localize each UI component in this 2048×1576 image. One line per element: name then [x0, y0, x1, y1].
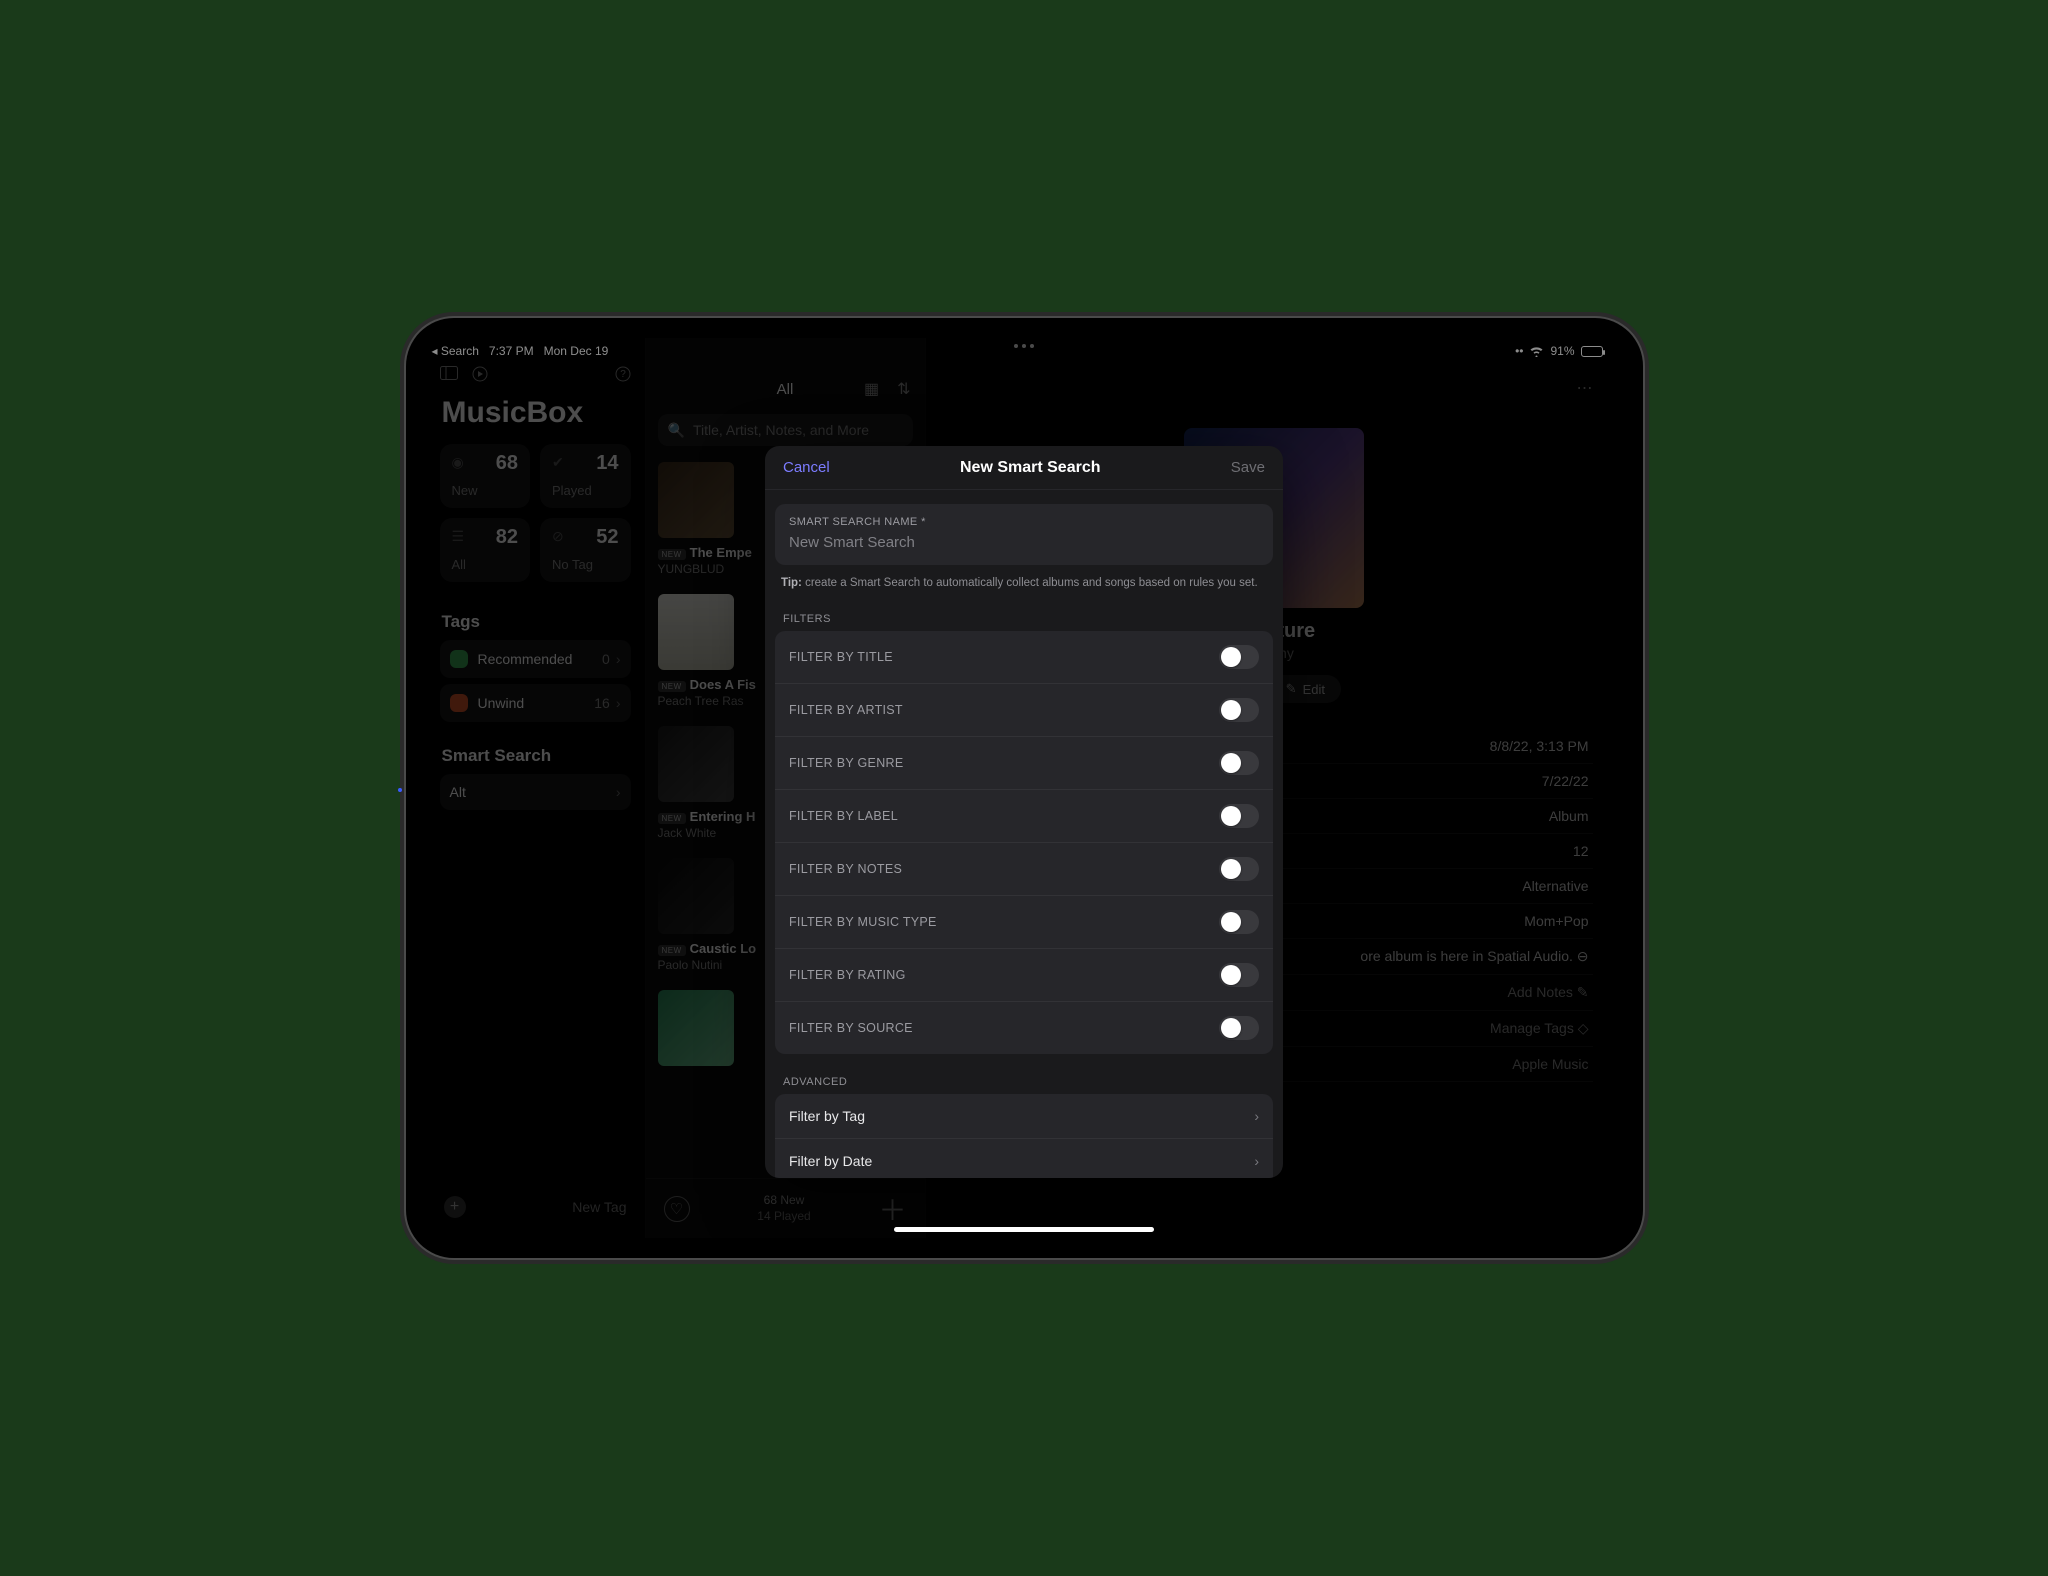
- screen: ◂ Search 7:37 PM Mon Dec 19 •• 91%: [426, 338, 1623, 1238]
- filter-toggle[interactable]: [1219, 698, 1259, 722]
- ipad-frame: ◂ Search 7:37 PM Mon Dec 19 •• 91%: [406, 318, 1643, 1258]
- filter-toggle[interactable]: [1219, 857, 1259, 881]
- advanced-section-header: ADVANCED: [783, 1076, 1265, 1088]
- new-smart-search-modal: Cancel New Smart Search Save SMART SEARC…: [765, 446, 1283, 1178]
- home-indicator[interactable]: [894, 1227, 1154, 1232]
- filter-label: FILTER BY RATING: [789, 968, 906, 982]
- filter-row-rating: FILTER BY RATING: [775, 948, 1273, 1001]
- filter-toggle[interactable]: [1219, 910, 1259, 934]
- filter-row-genre: FILTER BY GENRE: [775, 736, 1273, 789]
- filter-label: FILTER BY TITLE: [789, 650, 893, 664]
- advanced-list: Filter by Tag › Filter by Date › Filter …: [775, 1094, 1273, 1178]
- filter-toggle[interactable]: [1219, 751, 1259, 775]
- save-button[interactable]: Save: [1231, 459, 1265, 476]
- filter-label: FILTER BY MUSIC TYPE: [789, 915, 937, 929]
- tip-text: Tip: create a Smart Search to automatica…: [781, 575, 1267, 591]
- modal-body[interactable]: SMART SEARCH NAME * New Smart Search Tip…: [765, 490, 1283, 1178]
- modal-header: Cancel New Smart Search Save: [765, 446, 1283, 490]
- filter-row-music-type: FILTER BY MUSIC TYPE: [775, 895, 1273, 948]
- filter-label: FILTER BY GENRE: [789, 756, 903, 770]
- advanced-label: Filter by Tag: [789, 1108, 865, 1124]
- advanced-row-date[interactable]: Filter by Date ›: [775, 1138, 1273, 1178]
- filter-toggle[interactable]: [1219, 645, 1259, 669]
- modal-title: New Smart Search: [960, 459, 1101, 477]
- filter-label: FILTER BY LABEL: [789, 809, 898, 823]
- filter-row-notes: FILTER BY NOTES: [775, 842, 1273, 895]
- chevron-right-icon: ›: [1254, 1108, 1259, 1124]
- filter-label: FILTER BY ARTIST: [789, 703, 903, 717]
- filter-row-artist: FILTER BY ARTIST: [775, 683, 1273, 736]
- filter-toggle[interactable]: [1219, 963, 1259, 987]
- filter-label: FILTER BY NOTES: [789, 862, 902, 876]
- name-field-placeholder[interactable]: New Smart Search: [789, 534, 1259, 551]
- filter-toggle[interactable]: [1219, 804, 1259, 828]
- advanced-row-tag[interactable]: Filter by Tag ›: [775, 1094, 1273, 1138]
- smart-search-name-field[interactable]: SMART SEARCH NAME * New Smart Search: [775, 504, 1273, 565]
- filters-list: FILTER BY TITLE FILTER BY ARTIST FILTER …: [775, 631, 1273, 1054]
- filter-label: FILTER BY SOURCE: [789, 1021, 913, 1035]
- chevron-right-icon: ›: [1254, 1153, 1259, 1169]
- filter-toggle[interactable]: [1219, 1016, 1259, 1040]
- filters-section-header: FILTERS: [783, 613, 1265, 625]
- filter-row-title: FILTER BY TITLE: [775, 631, 1273, 683]
- filter-row-label: FILTER BY LABEL: [775, 789, 1273, 842]
- cancel-button[interactable]: Cancel: [783, 459, 830, 476]
- advanced-label: Filter by Date: [789, 1153, 872, 1169]
- name-field-label: SMART SEARCH NAME *: [789, 516, 1259, 528]
- filter-row-source: FILTER BY SOURCE: [775, 1001, 1273, 1054]
